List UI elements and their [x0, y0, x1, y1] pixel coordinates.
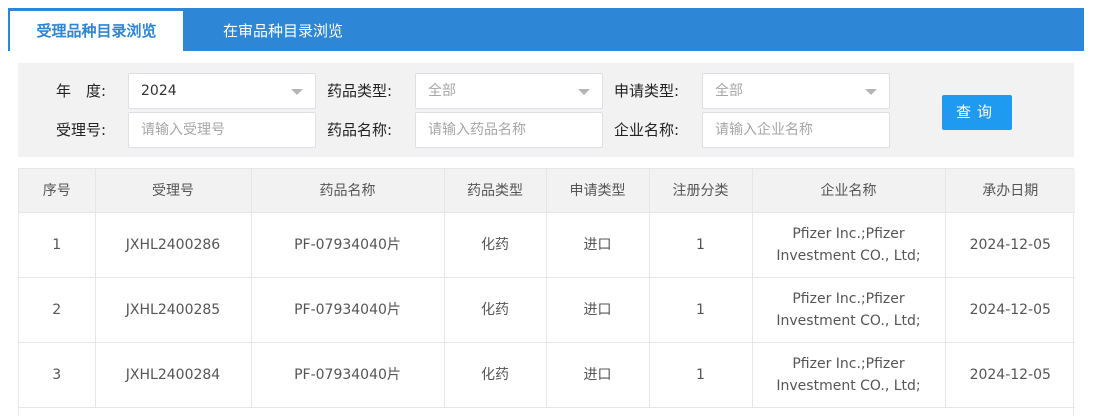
col-header-drug-type: 药品类型 [444, 169, 547, 213]
accept-no-input[interactable] [141, 114, 301, 146]
cell-reg-class: 1 [649, 277, 753, 343]
apply-type-select[interactable]: 全部 [702, 73, 890, 109]
table-row: 2 JXHL2400285 PF-07934040片 化药 进口 1 Pfize… [19, 277, 1075, 343]
drug-name-field-box [415, 112, 603, 148]
cell-reg-class: 1 [649, 212, 753, 278]
cell-date: 2024-12-05 [945, 342, 1075, 408]
results-table: 序号 受理号 药品名称 药品类型 申请类型 注册分类 企业名称 承办日期 1 J… [18, 168, 1075, 416]
cell-date: 2024-12-05 [945, 212, 1075, 278]
drug-type-label: 药品类型: [327, 82, 393, 100]
col-header-accept-no: 受理号 [95, 169, 252, 213]
col-header-drug-name: 药品名称 [251, 169, 445, 213]
table-row: 3 JXHL2400284 PF-07934040片 化药 进口 1 Pfize… [19, 342, 1075, 408]
tab-accepted-catalog[interactable]: 受理品种目录浏览 [10, 11, 183, 51]
apply-type-select-value: 全部 [715, 83, 743, 99]
cell-drug-type: 化药 [444, 212, 547, 278]
company-name-label: 企业名称: [614, 121, 680, 139]
cell-drug-type: 化药 [444, 342, 547, 408]
cell-drug-name: PF-07934040片 [251, 342, 445, 408]
cell-accept-no: JXHL2400284 [95, 342, 252, 408]
filter-panel: 年 度: 2024 药品类型: 全部 申请类型: 全部 受理号: 药品名称: 企… [18, 63, 1074, 157]
cell-apply-type: 进口 [546, 212, 650, 278]
accept-no-label: 受理号: [56, 121, 107, 139]
drug-type-select-value: 全部 [428, 83, 456, 99]
cell-company: Pfizer Inc.;Pfizer Investment CO., Ltd; [752, 212, 946, 278]
col-header-index: 序号 [19, 169, 96, 213]
cell-drug-type: 化药 [444, 277, 547, 343]
table-header-row: 序号 受理号 药品名称 药品类型 申请类型 注册分类 企业名称 承办日期 [19, 169, 1075, 213]
drug-type-select[interactable]: 全部 [415, 73, 603, 109]
cell-company: Pfizer Inc.;Pfizer Investment CO., Ltd; [752, 277, 946, 343]
drug-name-input[interactable] [428, 114, 588, 146]
col-header-company: 企业名称 [752, 169, 946, 213]
drug-name-label: 药品名称: [327, 121, 393, 139]
cell-date: 2024-12-05 [945, 277, 1075, 343]
cell-apply-type: 进口 [546, 342, 650, 408]
year-select[interactable]: 2024 [128, 73, 316, 109]
apply-type-label: 申请类型: [614, 82, 680, 100]
chevron-down-icon [291, 89, 303, 95]
tab-bar: 受理品种目录浏览 在审品种目录浏览 [8, 8, 1084, 51]
cell-accept-no: JXHL2400286 [95, 212, 252, 278]
company-name-input[interactable] [715, 114, 875, 146]
cell-reg-class: 1 [649, 342, 753, 408]
table-row: 1 JXHL2400286 PF-07934040片 化药 进口 1 Pfize… [19, 212, 1075, 278]
query-button[interactable]: 查询 [942, 95, 1012, 130]
accept-no-field-box [128, 112, 316, 148]
tab-under-review-catalog[interactable]: 在审品种目录浏览 [183, 11, 383, 51]
cell-index: 3 [19, 342, 96, 408]
chevron-down-icon [865, 89, 877, 95]
cell-index: 1 [19, 212, 96, 278]
cell-company: Pfizer Inc.;Pfizer Investment CO., Ltd; [752, 342, 946, 408]
cell-drug-name: PF-07934040片 [251, 277, 445, 343]
year-label: 年 度: [56, 82, 107, 100]
col-header-apply-type: 申请类型 [546, 169, 650, 213]
col-header-reg-class: 注册分类 [649, 169, 753, 213]
company-name-field-box [702, 112, 890, 148]
year-select-value: 2024 [141, 83, 177, 99]
cell-accept-no: JXHL2400285 [95, 277, 252, 343]
cell-index: 2 [19, 277, 96, 343]
chevron-down-icon [578, 89, 590, 95]
col-header-date: 承办日期 [945, 169, 1075, 213]
cell-drug-name: PF-07934040片 [251, 212, 445, 278]
cell-apply-type: 进口 [546, 277, 650, 343]
